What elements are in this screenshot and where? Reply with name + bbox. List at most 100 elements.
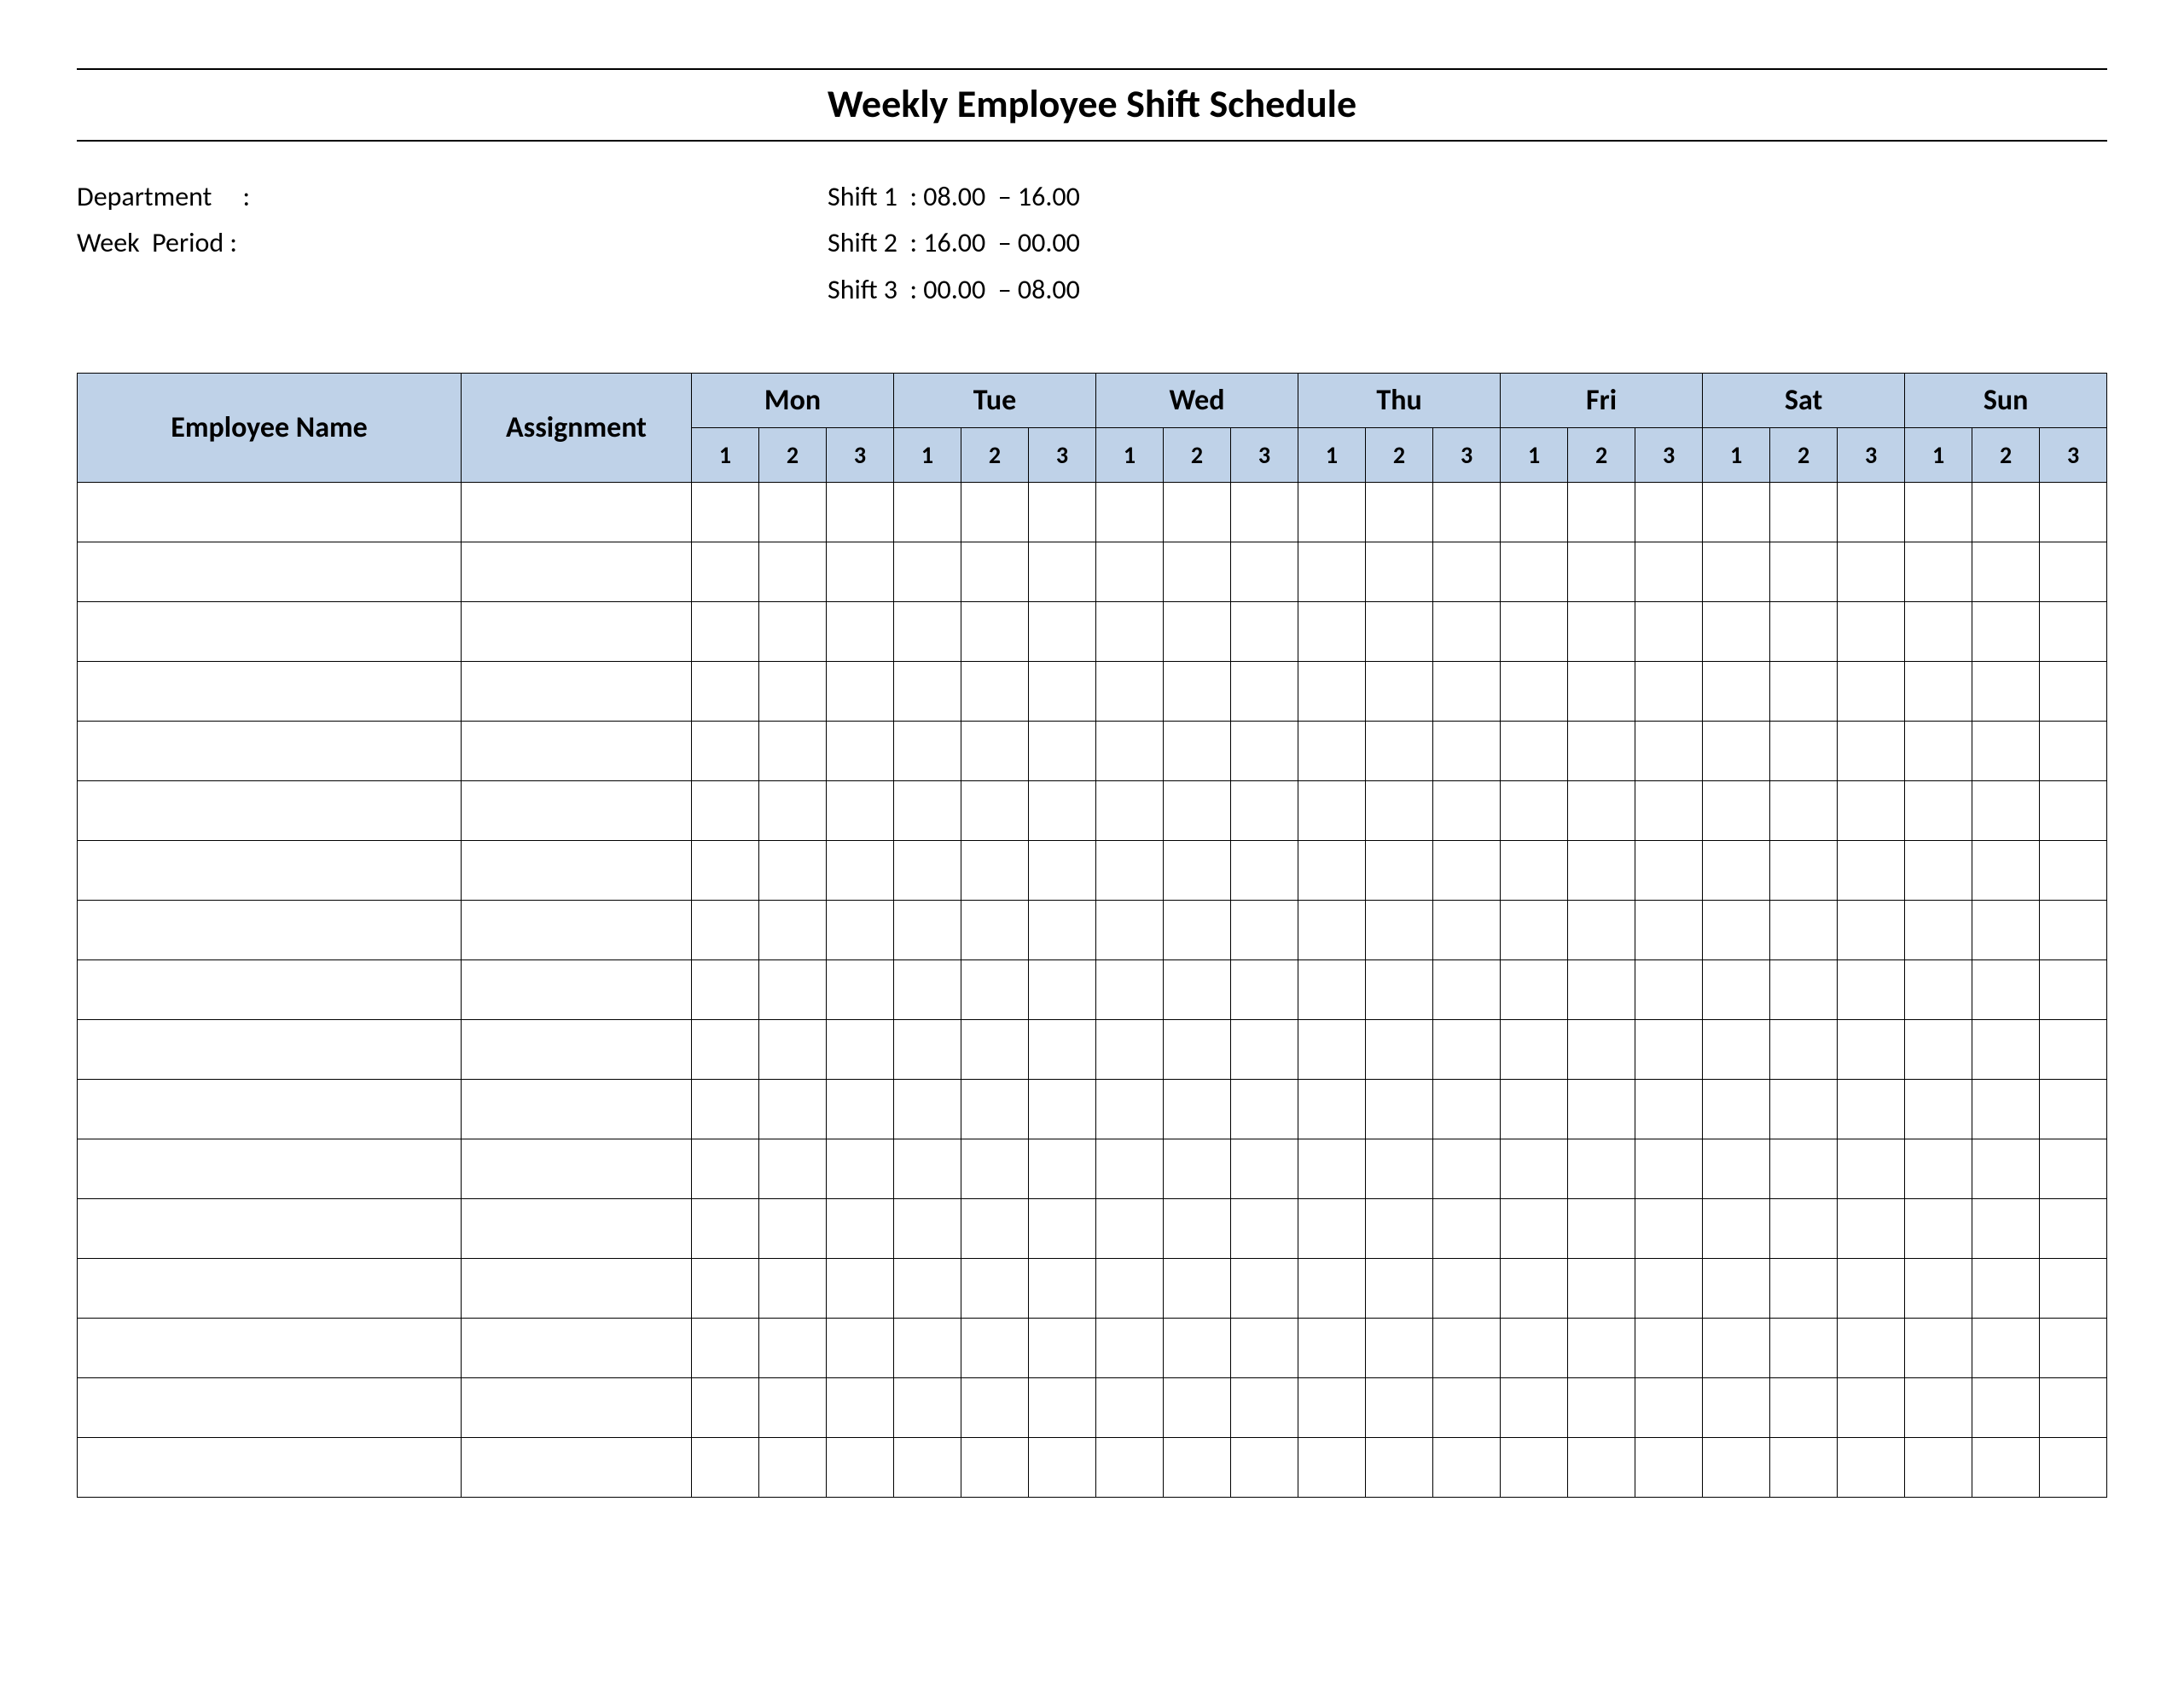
cell-shift <box>1905 841 1972 901</box>
cell-shift <box>1703 960 1770 1020</box>
cell-shift <box>1703 1378 1770 1438</box>
cell-shift <box>2040 483 2107 542</box>
header-shift-3: 3 <box>1838 428 1905 483</box>
cell-shift <box>692 483 759 542</box>
cell-shift <box>759 1199 827 1259</box>
cell-shift <box>894 960 961 1020</box>
cell-shift <box>894 1139 961 1199</box>
cell-shift <box>2040 960 2107 1020</box>
cell-shift <box>894 722 961 781</box>
cell-shift <box>1770 781 1838 841</box>
shift-1-range: 08.00 – 16.00 <box>923 180 1080 213</box>
cell-shift <box>1298 1319 1366 1378</box>
cell-shift <box>1838 1319 1905 1378</box>
header-shift-2: 2 <box>961 428 1029 483</box>
cell-shift <box>759 1438 827 1498</box>
cell-shift <box>1905 1080 1972 1139</box>
cell-assignment <box>462 960 692 1020</box>
cell-employee <box>78 602 462 662</box>
header-shift-1: 1 <box>894 428 961 483</box>
cell-shift <box>1501 542 1568 602</box>
cell-shift <box>1366 1080 1433 1139</box>
cell-shift <box>1029 1139 1096 1199</box>
header-employee: Employee Name <box>78 374 462 483</box>
cell-shift <box>1770 483 1838 542</box>
cell-shift <box>1366 841 1433 901</box>
cell-shift <box>1635 542 1703 602</box>
header-shift-2: 2 <box>1366 428 1433 483</box>
cell-shift <box>961 662 1029 722</box>
cell-assignment <box>462 662 692 722</box>
header-shift-2: 2 <box>1972 428 2040 483</box>
cell-shift <box>1231 1259 1298 1319</box>
cell-shift <box>759 483 827 542</box>
cell-assignment <box>462 1020 692 1080</box>
cell-shift <box>1164 602 1231 662</box>
cell-shift <box>1366 1020 1433 1080</box>
cell-shift <box>2040 1020 2107 1080</box>
cell-employee <box>78 1139 462 1199</box>
cell-shift <box>1905 1199 1972 1259</box>
cell-shift <box>827 1319 894 1378</box>
cell-shift <box>1164 542 1231 602</box>
table-row <box>78 542 2107 602</box>
cell-shift <box>692 1199 759 1259</box>
cell-shift <box>2040 602 2107 662</box>
cell-shift <box>1501 1378 1568 1438</box>
cell-shift <box>1905 1020 1972 1080</box>
cell-shift <box>1029 722 1096 781</box>
cell-shift <box>1298 1378 1366 1438</box>
cell-shift <box>1366 602 1433 662</box>
cell-shift <box>961 542 1029 602</box>
cell-shift <box>1770 1259 1838 1319</box>
cell-shift <box>2040 841 2107 901</box>
cell-shift <box>1231 722 1298 781</box>
cell-shift <box>1770 1139 1838 1199</box>
cell-shift <box>1568 1199 1635 1259</box>
cell-shift <box>1838 1139 1905 1199</box>
cell-shift <box>692 662 759 722</box>
cell-shift <box>1231 542 1298 602</box>
cell-shift <box>1838 1438 1905 1498</box>
cell-shift <box>759 542 827 602</box>
cell-shift <box>759 602 827 662</box>
cell-shift <box>1905 1259 1972 1319</box>
cell-shift <box>1366 662 1433 722</box>
cell-shift <box>1972 841 2040 901</box>
cell-shift <box>1568 602 1635 662</box>
cell-shift <box>1096 1199 1164 1259</box>
cell-shift <box>1433 662 1501 722</box>
cell-employee <box>78 1438 462 1498</box>
table-row <box>78 1378 2107 1438</box>
cell-shift <box>1568 542 1635 602</box>
cell-shift <box>1164 662 1231 722</box>
shift-3-row: Shift 3 : 00.00 – 08.00 <box>828 267 1080 313</box>
cell-shift <box>1972 1259 2040 1319</box>
cell-employee <box>78 483 462 542</box>
header-day-wed: Wed <box>1096 374 1298 428</box>
cell-shift <box>1096 1259 1164 1319</box>
cell-shift <box>1096 841 1164 901</box>
cell-shift <box>1635 483 1703 542</box>
cell-shift <box>1770 901 1838 960</box>
cell-shift <box>1838 483 1905 542</box>
cell-shift <box>2040 662 2107 722</box>
cell-shift <box>1433 960 1501 1020</box>
cell-shift <box>759 1259 827 1319</box>
cell-assignment <box>462 483 692 542</box>
cell-shift <box>1298 1020 1366 1080</box>
cell-shift <box>1568 960 1635 1020</box>
title-bar: Weekly Employee Shift Schedule <box>77 68 2107 142</box>
header-shift-3: 3 <box>2040 428 2107 483</box>
cell-shift <box>1501 1259 1568 1319</box>
cell-shift <box>1096 1319 1164 1378</box>
cell-shift <box>1366 960 1433 1020</box>
table-row <box>78 1080 2107 1139</box>
cell-shift <box>1972 722 2040 781</box>
table-row <box>78 483 2107 542</box>
cell-shift <box>1770 1438 1838 1498</box>
cell-shift <box>961 960 1029 1020</box>
cell-shift <box>1703 1259 1770 1319</box>
cell-shift <box>827 1139 894 1199</box>
cell-shift <box>961 722 1029 781</box>
